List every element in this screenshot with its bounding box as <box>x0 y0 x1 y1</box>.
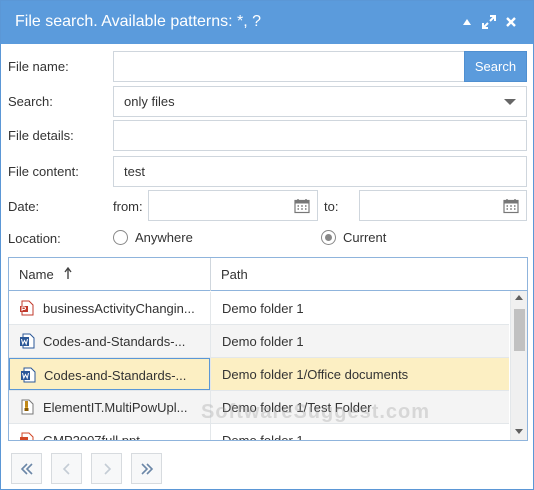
table-row[interactable]: GMP2007full.ppt Demo folder 1 <box>9 424 509 441</box>
chevron-down-icon <box>504 99 516 105</box>
file-content-input[interactable]: test <box>113 156 527 187</box>
path-cell[interactable]: Demo folder 1/Office documents <box>210 358 509 390</box>
column-divider[interactable] <box>210 258 211 291</box>
close-icon[interactable] <box>503 14 519 30</box>
location-anywhere-label[interactable]: Anywhere <box>135 230 193 245</box>
date-to-label: to: <box>324 199 339 214</box>
path-cell[interactable]: Demo folder 1 <box>210 325 509 357</box>
last-page-button[interactable] <box>131 453 162 484</box>
scroll-thumb[interactable] <box>514 309 525 351</box>
path-cell[interactable]: Demo folder 1 <box>210 292 509 324</box>
table-row-selected[interactable]: Codes-and-Standards-... Demo folder 1/Of… <box>9 358 509 391</box>
maximize-icon[interactable] <box>481 14 497 30</box>
search-button[interactable]: Search <box>464 51 527 82</box>
file-path: Demo folder 1 <box>222 301 304 316</box>
location-current-label[interactable]: Current <box>343 230 386 245</box>
file-name: Codes-and-Standards-... <box>43 334 186 349</box>
zip-icon <box>19 399 35 415</box>
name-cell[interactable]: Codes-and-Standards-... <box>9 358 210 390</box>
file-path: Demo folder 1 <box>222 334 304 349</box>
table-row[interactable]: businessActivityChangin... Demo folder 1 <box>9 292 509 325</box>
search-select[interactable]: only files <box>113 86 527 117</box>
calendar-icon[interactable] <box>294 198 310 217</box>
path-cell[interactable]: Demo folder 1/Test Folder <box>210 391 509 423</box>
date-from-label: from: <box>113 199 143 214</box>
search-label: Search: <box>8 94 53 109</box>
file-name-input[interactable] <box>113 51 465 82</box>
date-to-input[interactable] <box>359 190 527 221</box>
scroll-up-icon[interactable] <box>515 295 523 300</box>
double-chevron-right-icon <box>140 462 153 475</box>
location-label: Location: <box>8 231 61 246</box>
sort-ascending-icon[interactable] <box>64 266 72 283</box>
file-name-label: File name: <box>8 59 69 74</box>
file-path: Demo folder 1/Test Folder <box>222 400 372 415</box>
chevron-right-icon <box>103 462 111 475</box>
results-grid: Name Path businessActivityChangin... Dem… <box>8 257 528 441</box>
date-label: Date: <box>8 199 40 214</box>
calendar-icon[interactable] <box>503 198 519 217</box>
file-name: businessActivityChangin... <box>43 301 195 316</box>
double-chevron-left-icon <box>20 462 33 475</box>
name-cell[interactable]: GMP2007full.ppt <box>9 424 210 441</box>
name-cell[interactable]: ElementIT.MultiPowUpl... <box>9 391 210 423</box>
pdf-icon <box>19 300 35 316</box>
file-details-input[interactable] <box>113 120 527 151</box>
name-cell[interactable]: Codes-and-Standards-... <box>9 325 210 357</box>
date-from-input[interactable] <box>148 190 318 221</box>
scroll-down-icon[interactable] <box>515 429 523 434</box>
file-name: Codes-and-Standards-... <box>44 368 187 383</box>
previous-page-button[interactable] <box>51 453 82 484</box>
file-path: Demo folder 1/Office documents <box>222 367 409 382</box>
name-cell[interactable]: businessActivityChangin... <box>9 292 210 324</box>
title-bar[interactable]: File search. Available patterns: *, ? <box>1 1 533 44</box>
dialog-title: File search. Available patterns: *, ? <box>15 13 262 30</box>
table-row[interactable]: ElementIT.MultiPowUpl... Demo folder 1/T… <box>9 391 509 424</box>
file-content-label: File content: <box>8 164 79 179</box>
file-details-label: File details: <box>8 128 74 143</box>
location-anywhere-radio[interactable] <box>113 230 128 245</box>
file-path: Demo folder 1 <box>222 433 304 441</box>
next-page-button[interactable] <box>91 453 122 484</box>
word-icon <box>20 367 36 383</box>
column-header-name[interactable]: Name <box>19 267 54 282</box>
table-row[interactable]: Codes-and-Standards-... Demo folder 1 <box>9 325 509 358</box>
column-header-path[interactable]: Path <box>221 267 248 282</box>
path-cell[interactable]: Demo folder 1 <box>210 424 509 441</box>
file-name: GMP2007full.ppt <box>43 433 140 441</box>
word-icon <box>19 333 35 349</box>
search-select-value: only files <box>124 94 175 109</box>
chevron-left-icon <box>62 462 70 475</box>
grid-header: Name Path <box>9 258 527 291</box>
file-name: ElementIT.MultiPowUpl... <box>43 400 188 415</box>
ppt-icon <box>19 432 35 440</box>
file-search-dialog: File search. Available patterns: *, ? Fi… <box>0 0 534 490</box>
vertical-scrollbar[interactable] <box>510 291 527 440</box>
location-current-radio[interactable] <box>321 230 336 245</box>
collapse-icon[interactable] <box>459 14 475 30</box>
first-page-button[interactable] <box>11 453 42 484</box>
